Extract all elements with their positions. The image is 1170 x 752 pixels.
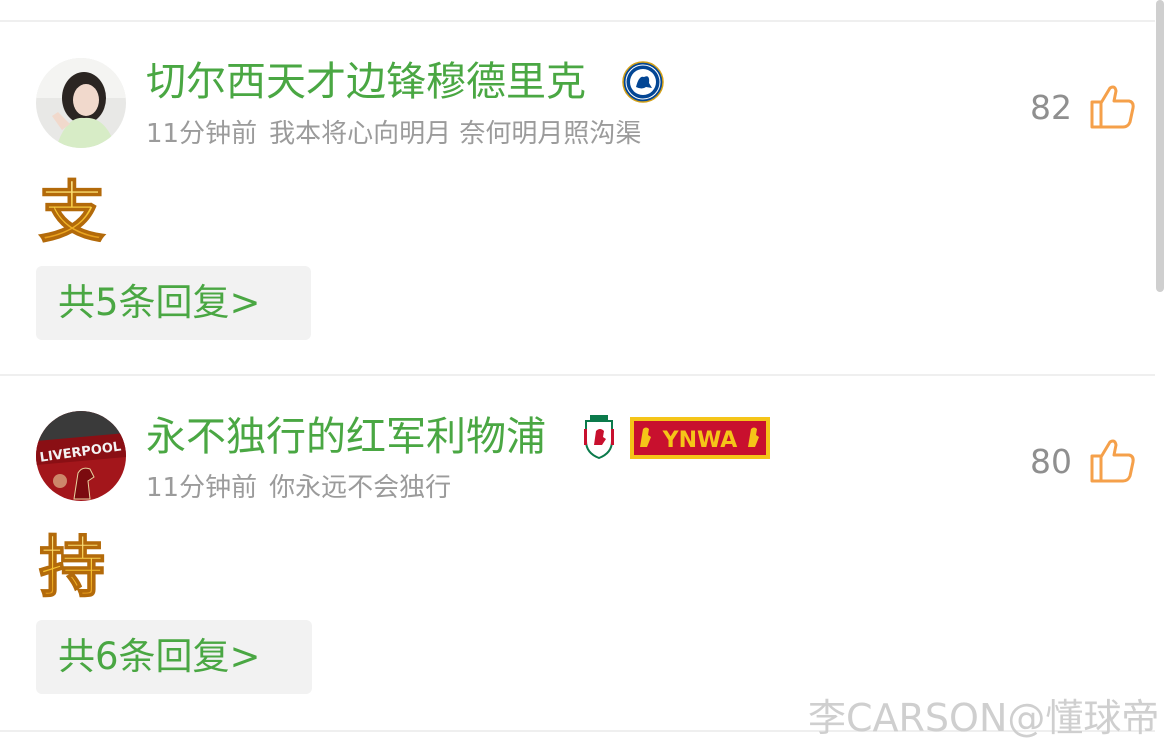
comment-meta: 11分钟前 我本将心向明月 奈何明月照沟渠 — [146, 118, 641, 150]
username[interactable]: 切尔西天才边锋穆德里克 — [146, 58, 586, 106]
ynwa-scarf-icon: YNWA — [630, 417, 770, 463]
view-replies-button[interactable]: 共6条回复> — [36, 620, 312, 694]
user-signature: 我本将心向明月 奈何明月照沟渠 — [269, 119, 642, 149]
comment-meta: 11分钟前 你永远不会独行 — [146, 472, 451, 504]
comment-content-text: 持 — [39, 530, 105, 602]
thumbs-up-icon[interactable] — [1088, 436, 1136, 484]
comment-content: 支 — [36, 173, 108, 252]
avatar[interactable]: LIVERPOOL — [36, 411, 126, 501]
liverpool-crest-icon — [582, 415, 616, 463]
timestamp: 11分钟前 — [146, 119, 258, 149]
watermark: 李CARSON@懂球帝 — [808, 696, 1160, 740]
view-replies-button[interactable]: 共5条回复> — [36, 266, 311, 340]
like-count: 80 — [1030, 442, 1072, 481]
like-count: 82 — [1030, 88, 1072, 127]
scrollbar[interactable] — [1156, 0, 1164, 292]
avatar[interactable] — [36, 58, 126, 148]
chelsea-crest-icon — [622, 61, 664, 107]
comment-content: 持 — [36, 528, 108, 607]
comment-divider — [0, 374, 1155, 376]
top-divider — [0, 20, 1155, 22]
scarf-text: YNWA — [662, 428, 738, 453]
thumbs-up-icon[interactable] — [1088, 82, 1136, 130]
username[interactable]: 永不独行的红军利物浦 — [146, 413, 546, 461]
comment-content-text: 支 — [39, 175, 105, 247]
timestamp: 11分钟前 — [146, 473, 258, 503]
user-signature: 你永远不会独行 — [269, 473, 452, 503]
